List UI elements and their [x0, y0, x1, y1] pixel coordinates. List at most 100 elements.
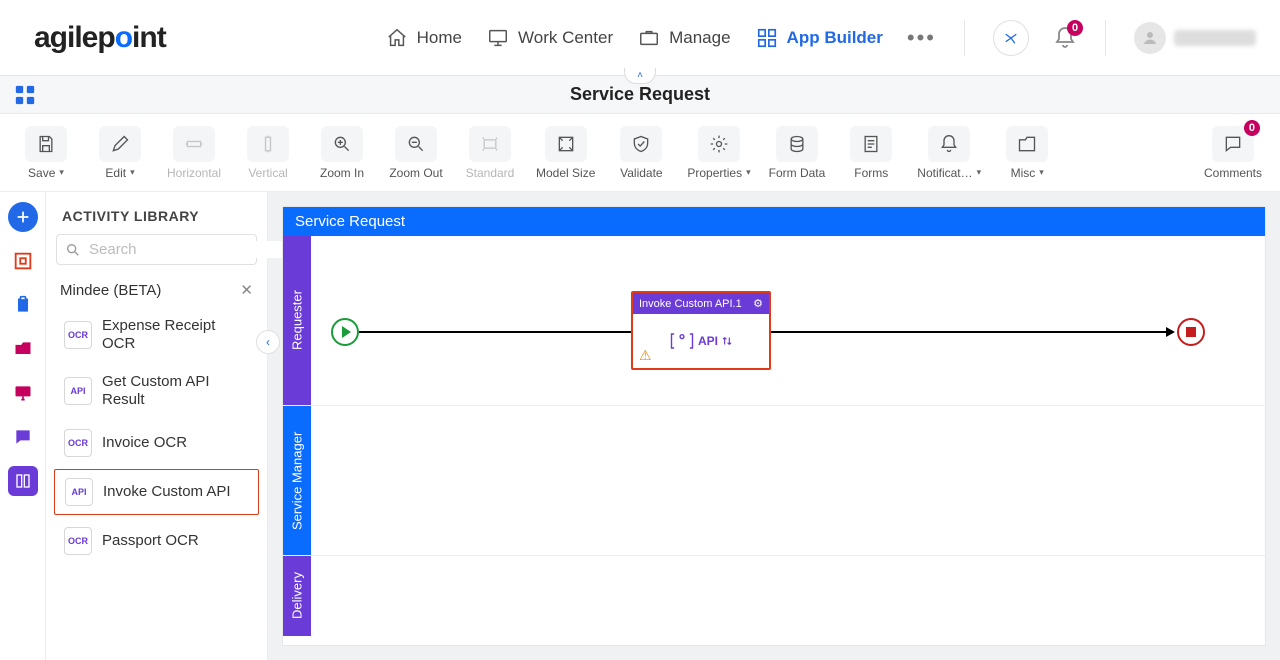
- tool-zoom-out[interactable]: Zoom Out: [388, 126, 444, 180]
- tool-standard: Standard: [462, 126, 518, 180]
- lib-item-label: Expense Receipt OCR: [102, 317, 249, 353]
- tool-forms-label: Forms: [854, 166, 888, 180]
- process-canvas[interactable]: Service Request Requester Invoke Custom …: [282, 206, 1266, 646]
- tool-misc[interactable]: Misc: [999, 126, 1055, 180]
- lane-service-manager: Service Manager: [283, 406, 1265, 556]
- tool-misc-label: Misc: [1011, 166, 1044, 180]
- tool-model-size[interactable]: Model Size: [536, 126, 595, 180]
- tool-notifications[interactable]: Notificat…: [917, 126, 981, 180]
- tool-horizontal-label: Horizontal: [167, 166, 221, 180]
- rail-clipboard[interactable]: [8, 290, 38, 320]
- tool-validate-label: Validate: [620, 166, 662, 180]
- lib-item-passport-ocr[interactable]: OCR Passport OCR: [54, 519, 259, 563]
- tool-save-label: Save: [28, 166, 64, 180]
- start-node[interactable]: [331, 318, 359, 346]
- nav-divider: [964, 20, 965, 56]
- lane-delivery-label[interactable]: Delivery: [283, 556, 311, 636]
- lane-requester: Requester Invoke Custom API.1 ⚙ ⚠: [283, 236, 1265, 406]
- nav-work-center[interactable]: Work Center: [486, 26, 613, 50]
- lib-item-expense-receipt-ocr[interactable]: OCR Expense Receipt OCR: [54, 309, 259, 361]
- username: [1174, 30, 1256, 46]
- tool-zoom-in-label: Zoom In: [320, 166, 364, 180]
- lane-delivery: Delivery: [283, 556, 1265, 636]
- nav-work-center-label: Work Center: [518, 28, 613, 48]
- library-search[interactable]: [56, 234, 257, 265]
- ocr-icon: OCR: [64, 527, 92, 555]
- tool-properties-label: Properties: [687, 166, 750, 180]
- library-group[interactable]: Mindee (BETA) ✕: [46, 273, 267, 307]
- rail-folder[interactable]: [8, 334, 38, 364]
- collapse-top-pill[interactable]: ˄: [624, 68, 656, 84]
- activity-library: ACTIVITY LIBRARY Mindee (BETA) ✕ OCR Exp…: [46, 192, 268, 660]
- nav-divider-2: [1105, 20, 1106, 56]
- nav-manage-label: Manage: [669, 28, 730, 48]
- tool-zoom-in[interactable]: Zoom In: [314, 126, 370, 180]
- api-icon: API: [668, 329, 734, 353]
- tool-form-data[interactable]: Form Data: [769, 126, 826, 180]
- lib-item-get-custom-api-result[interactable]: API Get Custom API Result: [54, 365, 259, 417]
- rail-add[interactable]: [8, 202, 38, 232]
- library-search-input[interactable]: [89, 241, 288, 258]
- lib-item-label: Invoice OCR: [102, 434, 187, 452]
- activity-title: Invoke Custom API.1: [639, 298, 742, 310]
- activity-invoke-custom-api[interactable]: Invoke Custom API.1 ⚙ ⚠: [631, 291, 771, 370]
- tool-form-data-label: Form Data: [769, 166, 826, 180]
- tool-horizontal: Horizontal: [166, 126, 222, 180]
- warning-icon: ⚠: [639, 347, 652, 364]
- tool-comments[interactable]: 0 Comments: [1204, 126, 1262, 180]
- lane-service-manager-body[interactable]: [311, 406, 1265, 555]
- tool-save[interactable]: Save: [18, 126, 74, 180]
- tool-forms[interactable]: Forms: [843, 126, 899, 180]
- tool-zoom-out-label: Zoom Out: [389, 166, 442, 180]
- swimlanes: Requester Invoke Custom API.1 ⚙ ⚠: [283, 236, 1265, 645]
- nav-more[interactable]: •••: [907, 25, 936, 51]
- rail-activities[interactable]: [8, 246, 38, 276]
- apps-switch[interactable]: [14, 84, 36, 106]
- library-group-label: Mindee (BETA): [60, 282, 161, 299]
- builder-toolbar: Save Edit Horizontal Vertical Zoom In Zo…: [0, 114, 1280, 192]
- ocr-icon: OCR: [64, 429, 92, 457]
- tool-standard-label: Standard: [466, 166, 515, 180]
- top-nav-items: Home Work Center Manage App Builder •••: [385, 20, 1256, 56]
- lib-item-invoice-ocr[interactable]: OCR Invoice OCR: [54, 421, 259, 465]
- lane-delivery-body[interactable]: [311, 556, 1265, 636]
- notifications-button[interactable]: 0: [1053, 26, 1077, 50]
- end-node[interactable]: [1177, 318, 1205, 346]
- brand-text-right: int: [132, 21, 166, 54]
- left-rail: [0, 192, 46, 660]
- chevron-up-icon: ˄: [637, 70, 643, 81]
- launcher-button[interactable]: [993, 20, 1029, 56]
- close-icon[interactable]: ✕: [240, 281, 253, 299]
- tool-edit[interactable]: Edit: [92, 126, 148, 180]
- subheader: ˄ Service Request: [0, 76, 1280, 114]
- lib-item-invoke-custom-api[interactable]: API Invoke Custom API: [54, 469, 259, 515]
- monitor-icon: [486, 26, 510, 50]
- tool-vertical-label: Vertical: [248, 166, 287, 180]
- nav-app-builder-label: App Builder: [787, 28, 883, 48]
- search-icon: [65, 242, 81, 258]
- more-icon: •••: [907, 25, 936, 50]
- comments-badge: 0: [1244, 120, 1260, 136]
- lane-requester-body[interactable]: Invoke Custom API.1 ⚙ ⚠: [311, 236, 1265, 405]
- tool-comments-label: Comments: [1204, 166, 1262, 180]
- rail-layout[interactable]: [8, 466, 38, 496]
- top-nav: agilepoint Home Work Center Manage A: [0, 0, 1280, 76]
- tool-vertical: Vertical: [240, 126, 296, 180]
- rail-monitor[interactable]: [8, 378, 38, 408]
- tool-validate[interactable]: Validate: [613, 126, 669, 180]
- library-title: ACTIVITY LIBRARY: [46, 192, 267, 234]
- rail-chat[interactable]: [8, 422, 38, 452]
- notification-badge: 0: [1067, 20, 1083, 36]
- page-title: Service Request: [570, 84, 710, 105]
- canvas-area: Service Request Requester Invoke Custom …: [268, 192, 1280, 660]
- gear-icon[interactable]: ⚙: [753, 297, 763, 310]
- lib-item-label: Invoke Custom API: [103, 483, 231, 501]
- lane-requester-label[interactable]: Requester: [283, 236, 311, 405]
- lane-service-manager-label[interactable]: Service Manager: [283, 406, 311, 555]
- nav-home[interactable]: Home: [385, 26, 462, 50]
- nav-app-builder[interactable]: App Builder: [755, 26, 883, 50]
- tool-properties[interactable]: Properties: [687, 126, 750, 180]
- grid-icon: [755, 26, 779, 50]
- nav-manage[interactable]: Manage: [637, 26, 730, 50]
- user-menu[interactable]: [1134, 22, 1256, 54]
